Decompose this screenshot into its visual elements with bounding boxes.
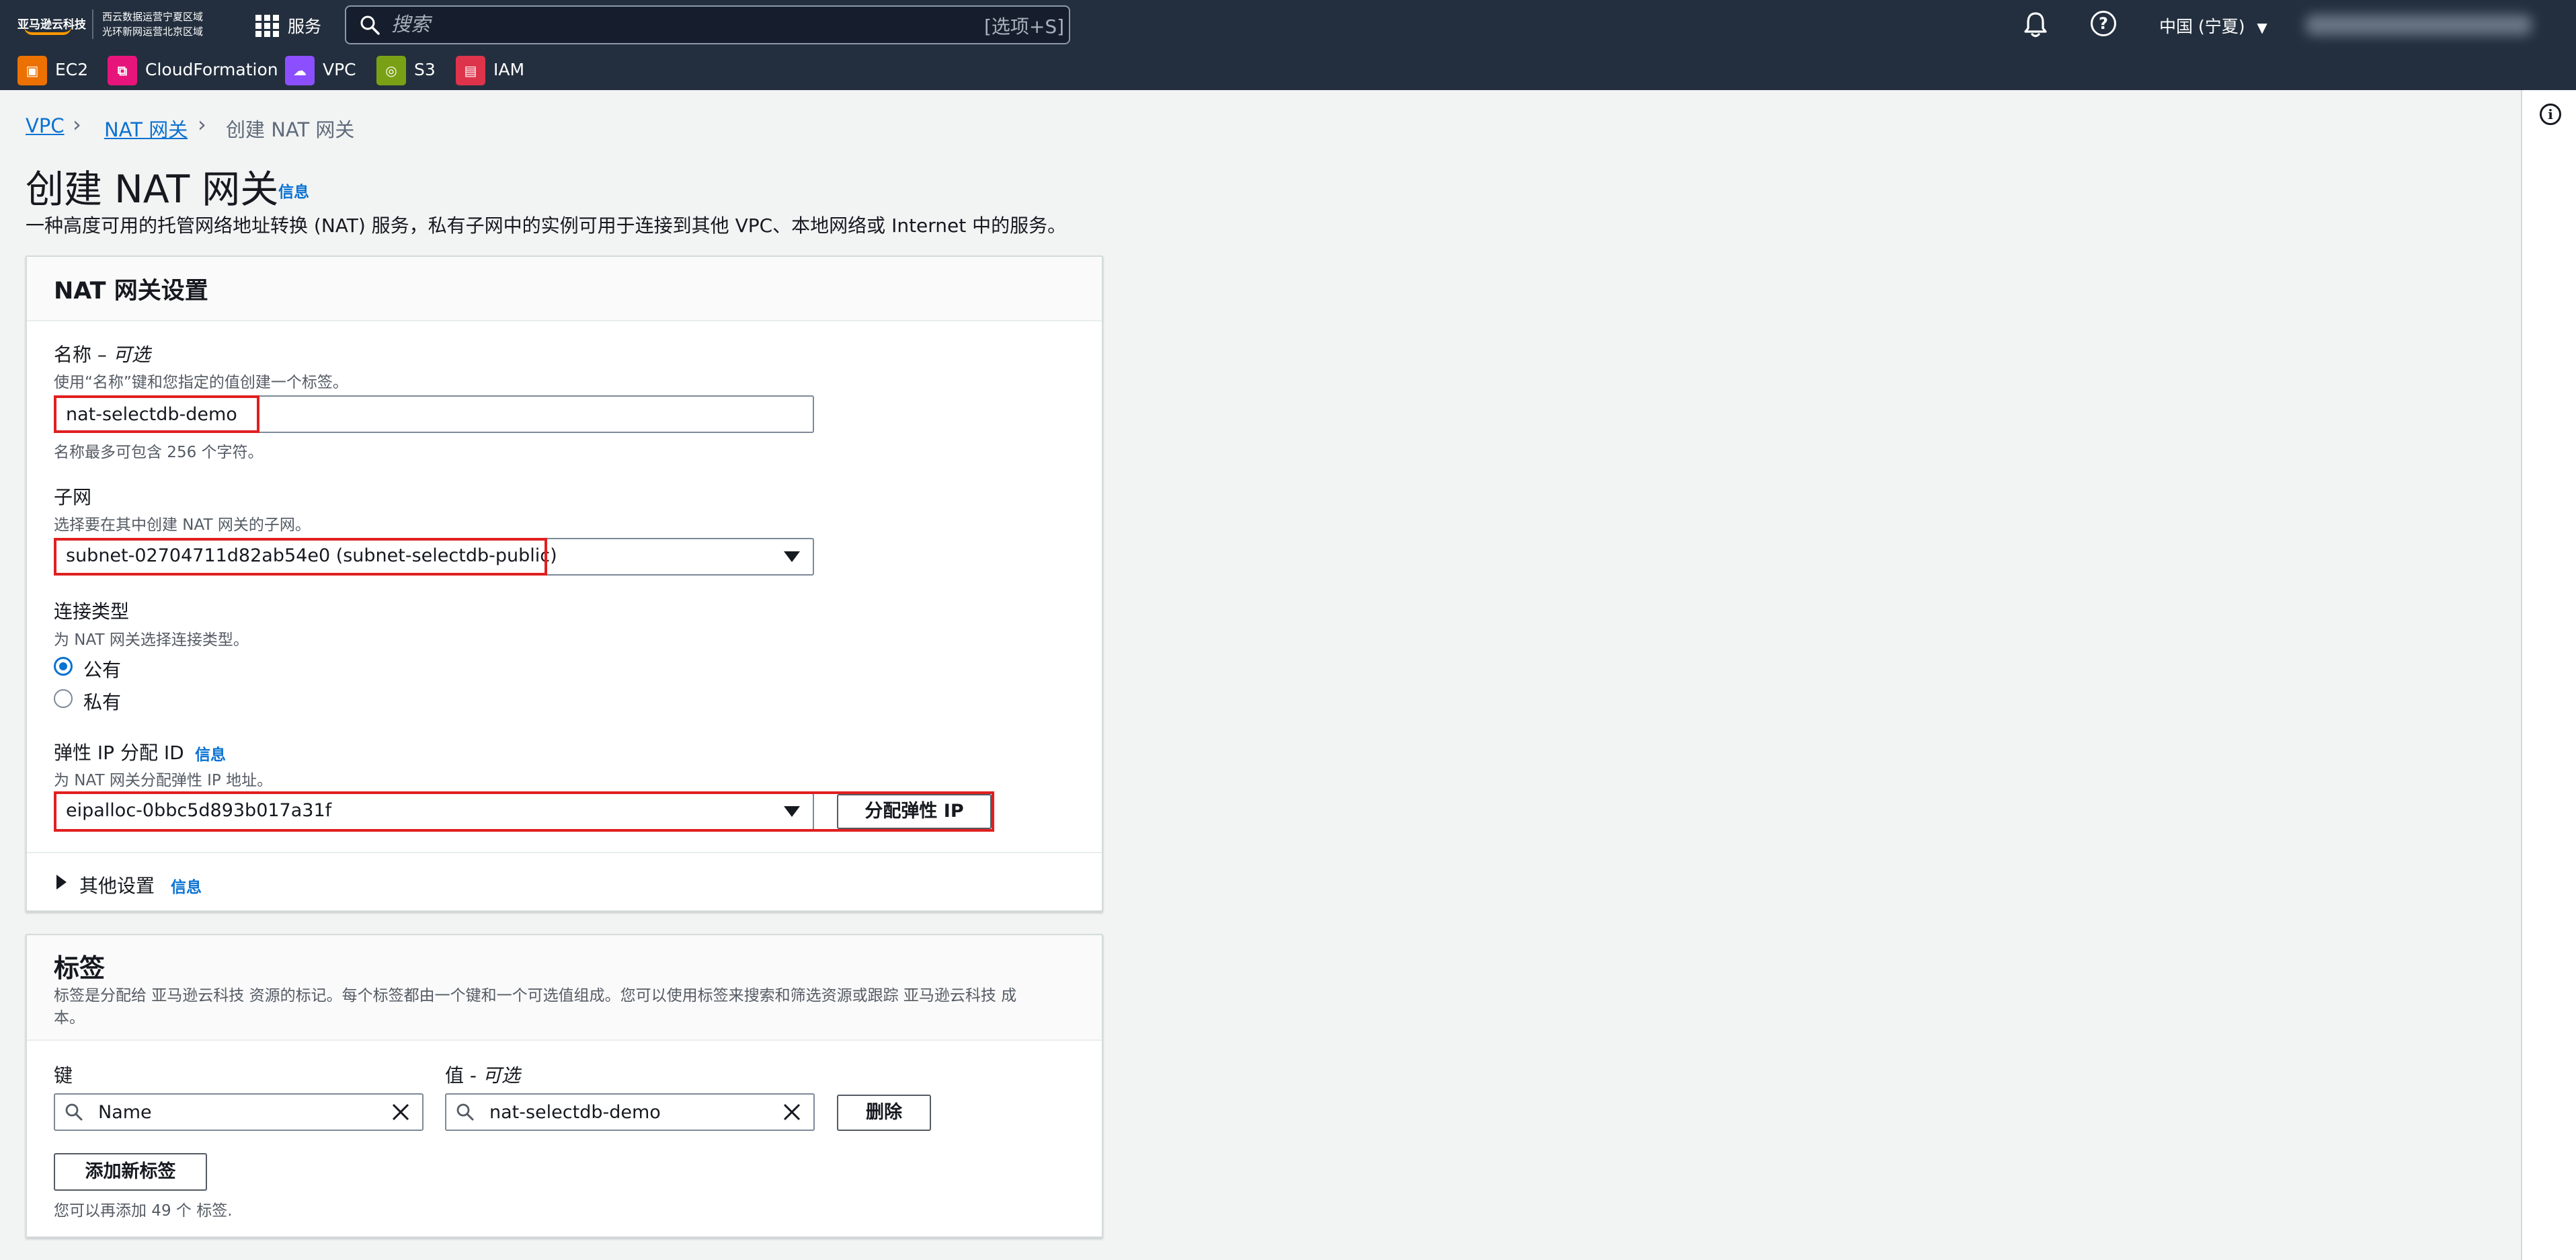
favorite-label: S3 [414,60,436,79]
services-menu-button[interactable]: 服务 [288,13,321,38]
breadcrumb-current: 创建 NAT 网关 [226,118,355,141]
page-description: 一种高度可用的托管网络地址转换 (NAT) 服务，私有子网中的实例可用于连接到其… [26,214,1067,237]
favorite-label: CloudFormation [145,60,278,79]
other-settings-toggle[interactable]: 其他设置 [79,871,155,898]
cloudformation-icon: ⧉ [108,56,137,85]
eip-selected-value: eipalloc-0bbc5d893b017a31f [66,800,332,821]
radio-private-label[interactable]: 私有 [83,688,121,715]
account-label: nanjidong @ 0045-8101-1348 [2306,15,2487,29]
radio-public[interactable] [54,657,73,676]
services-grid-icon[interactable] [255,15,280,37]
name-input[interactable] [54,395,814,433]
subnet-description: 选择要在其中创建 NAT 网关的子网。 [54,516,311,534]
chevron-right-icon: › [198,112,206,137]
brand-smile-icon [24,27,71,35]
s3-icon: ◎ [376,56,406,85]
vpc-icon: ☁ [285,56,315,85]
tags-description-line2: 本。 [54,1009,85,1027]
radio-private[interactable] [54,689,73,708]
region-operator-line1: 西云数据运营宁夏区域 [102,11,204,23]
caret-down-icon [784,806,800,817]
section-divider [27,852,1102,853]
favorite-label: IAM [493,60,525,79]
name-hint: 名称最多可包含 256 个字符。 [54,444,264,461]
tag-value-optional: 可选 [482,1064,520,1087]
search-icon [65,1103,83,1121]
connection-type-label: 连接类型 [54,600,130,623]
breadcrumb-vpc[interactable]: VPC [26,114,65,137]
brand-region-info: 西云数据运营宁夏区域 光环新网运营北京区域 [102,9,203,39]
region-selector[interactable]: 中国 (宁夏) ▼ [2159,13,2267,38]
subnet-label: 子网 [54,486,92,508]
search-icon [360,15,380,35]
other-settings-info-link[interactable]: 信息 [171,874,202,897]
chevron-right-icon: › [73,112,81,137]
help-icon[interactable]: ? [2091,11,2116,36]
remove-tag-button[interactable]: 删除 [837,1095,931,1131]
breadcrumb-nat-gateways[interactable]: NAT 网关 [104,114,188,143]
tag-value-label: 值 - 可选 [445,1061,520,1088]
name-optional: 可选 [112,344,151,366]
expand-triangle-icon[interactable] [56,875,67,890]
connection-type-description: 为 NAT 网关选择连接类型。 [54,631,249,649]
search-input[interactable] [390,9,928,39]
nat-settings-title: NAT 网关设置 [54,278,208,305]
caret-down-icon [784,551,800,562]
allocate-eip-button[interactable]: 分配弹性 IP [837,794,992,829]
favorite-label: EC2 [55,60,89,79]
page-title: 创建 NAT 网关 [26,167,279,212]
add-new-tag-button[interactable]: 添加新标签 [54,1153,207,1191]
region-operator-line2: 光环新网运营北京区域 [102,26,204,38]
search-icon [456,1103,474,1121]
radio-public-label[interactable]: 公有 [83,656,121,682]
favorite-label: VPC [323,60,356,79]
logo-divider [92,9,93,39]
search-shortcut-hint: [选项+S] [984,15,1065,38]
subnet-selected-value: subnet-02704711d82ab54e0 (subnet-selectd… [66,545,557,566]
clear-icon[interactable] [391,1102,411,1122]
tag-value-value: nat-selectdb-demo [489,1102,661,1123]
tags-title: 标签 [54,953,106,983]
eip-info-link[interactable]: 信息 [195,742,226,764]
tag-value-label-text: 值 - [445,1064,483,1087]
tag-key-label: 键 [54,1064,73,1087]
name-description: 使用“名称”键和您指定的值创建一个标签。 [54,374,348,391]
clear-icon[interactable] [782,1102,802,1122]
eip-description: 为 NAT 网关分配弹性 IP 地址。 [54,772,273,789]
chevron-down-icon: ▼ [2257,19,2267,36]
info-panel-icon[interactable]: i [2540,104,2561,125]
name-label: 名称 – 可选 [54,340,151,367]
tags-description-line1: 标签是分配给 亚马逊云科技 资源的标记。每个标签都由一个键和一个可选值组成。您可… [54,987,1017,1005]
account-menu[interactable]: nanjidong @ 0045-8101-1348 [2306,15,2532,35]
name-label-text: 名称 – [54,344,113,366]
tag-key-value: Name [98,1102,152,1123]
page-info-link[interactable]: 信息 [278,179,309,202]
tags-remaining-hint: 您可以再添加 49 个 标签. [54,1202,233,1220]
ec2-icon: ▣ [17,56,47,85]
tools-rail [2521,90,2576,1260]
notifications-bell-icon[interactable] [2023,11,2048,38]
region-label: 中国 (宁夏) [2159,17,2245,36]
eip-label: 弹性 IP 分配 ID [54,742,184,764]
iam-icon: ▤ [456,56,485,85]
